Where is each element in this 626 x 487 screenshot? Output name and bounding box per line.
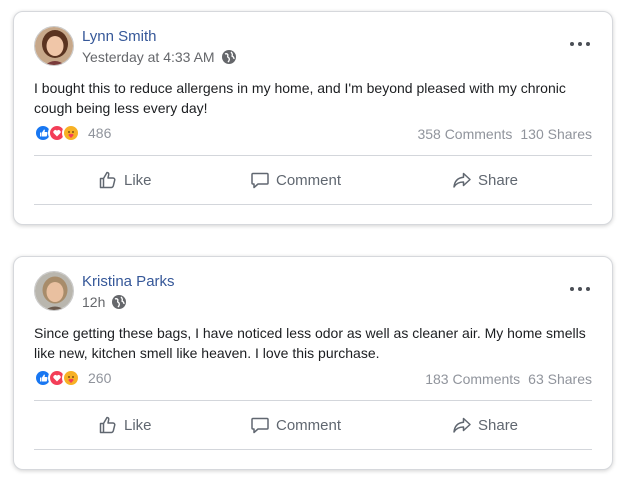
post-text: Since getting these bags, I have noticed… <box>34 325 586 361</box>
action-bar: Like Comment Share <box>34 156 592 204</box>
engagement-counts: 183 Comments 63 Shares <box>425 371 592 387</box>
comment-button[interactable]: Comment <box>250 415 341 435</box>
comment-label: Comment <box>276 416 342 434</box>
post-card: Kristina Parks 12h Since getting these b… <box>13 256 613 470</box>
thumbs-up-icon <box>99 416 116 434</box>
author-name[interactable]: Lynn Smith <box>82 28 156 45</box>
share-arrow-icon <box>453 172 471 188</box>
reaction-count: 260 <box>88 370 112 386</box>
divider <box>34 204 592 205</box>
author-avatar[interactable] <box>34 271 74 311</box>
post-text: I bought this to reduce allergens in my … <box>34 80 566 116</box>
like-button[interactable]: Like <box>98 170 152 190</box>
post-timestamp[interactable]: Yesterday at 4:33 AM <box>82 49 215 65</box>
author-name[interactable]: Kristina Parks <box>82 273 175 290</box>
more-options-icon[interactable] <box>570 285 590 293</box>
action-bar: Like Comment Share <box>34 401 592 449</box>
share-label: Share <box>478 416 519 434</box>
post-timestamp[interactable]: 12h <box>82 294 105 310</box>
share-button[interactable]: Share <box>452 415 518 435</box>
reactions-summary[interactable]: 486 <box>34 124 111 142</box>
post-meta: Yesterday at 4:33 AM <box>82 49 237 65</box>
share-button[interactable]: Share <box>452 170 518 190</box>
post-card: Lynn Smith Yesterday at 4:33 AM I bought… <box>13 11 613 225</box>
comment-label: Comment <box>276 171 342 189</box>
more-options-icon[interactable] <box>570 40 590 48</box>
comments-count[interactable]: 183 Comments <box>425 371 520 387</box>
like-label: Like <box>124 416 152 434</box>
care-reaction-icon <box>62 369 80 387</box>
globe-icon <box>221 49 237 65</box>
share-arrow-icon <box>453 417 471 433</box>
shares-count[interactable]: 63 Shares <box>528 371 592 387</box>
share-label: Share <box>478 171 519 189</box>
thumbs-up-icon <box>99 171 116 189</box>
globe-icon <box>111 294 127 310</box>
post-meta: 12h <box>82 294 127 310</box>
comment-button[interactable]: Comment <box>250 170 341 190</box>
shares-count[interactable]: 130 Shares <box>520 126 592 142</box>
reactions-summary[interactable]: 260 <box>34 369 111 387</box>
divider <box>34 449 592 450</box>
comment-bubble-icon <box>251 417 269 434</box>
like-label: Like <box>124 171 152 189</box>
care-reaction-icon <box>62 124 80 142</box>
reaction-count: 486 <box>88 125 112 141</box>
engagement-counts: 358 Comments 130 Shares <box>417 126 592 142</box>
author-avatar[interactable] <box>34 26 74 66</box>
comment-bubble-icon <box>251 172 269 189</box>
like-button[interactable]: Like <box>98 415 152 435</box>
comments-count[interactable]: 358 Comments <box>417 126 512 142</box>
